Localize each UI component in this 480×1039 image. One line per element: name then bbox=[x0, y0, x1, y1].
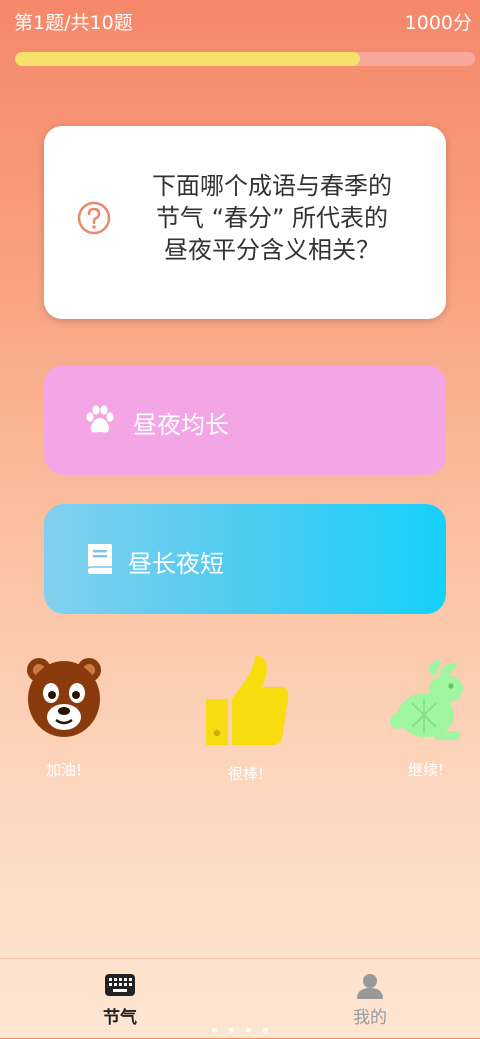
tab-mine[interactable]: 我的 bbox=[310, 973, 430, 1028]
question-text: 下面哪个成语与春季的 节气 “春分” 所代表的 昼夜平分含义相关？ bbox=[152, 172, 392, 264]
mascot-bear: 加油! bbox=[14, 655, 114, 780]
option-label-2: 昼长夜短 bbox=[128, 550, 224, 578]
tab-label-mine: 我的 bbox=[353, 1008, 387, 1028]
user-icon bbox=[357, 974, 383, 999]
question-circle-icon bbox=[77, 201, 111, 235]
bear-icon bbox=[27, 658, 101, 737]
option-label-1: 昼夜均长 bbox=[133, 411, 229, 439]
question-progress-text: 第1题/共10题 bbox=[14, 12, 133, 34]
score-text: 1000分 bbox=[404, 12, 472, 34]
rabbit-icon bbox=[390, 660, 463, 740]
page-dot bbox=[229, 1028, 234, 1033]
progress-bar bbox=[15, 52, 475, 66]
mascot-label-1: 加油! bbox=[45, 761, 82, 779]
progress-bar-fill bbox=[15, 52, 360, 66]
mascot-rabbit: 继续! bbox=[376, 655, 476, 780]
tab-label-jieqi: 节气 bbox=[103, 1008, 137, 1028]
mascot-label-2: 很棒! bbox=[227, 765, 264, 783]
question-card: 下面哪个成语与春季的 节气 “春分” 所代表的 昼夜平分含义相关？ bbox=[44, 126, 446, 319]
option-button-1[interactable]: 昼夜均长 bbox=[44, 365, 446, 475]
mascot-label-3: 继续! bbox=[407, 761, 444, 779]
thumbs-up-icon bbox=[206, 655, 289, 745]
tab-jieqi[interactable]: 节气 bbox=[60, 973, 180, 1028]
bottom-tab-bar: 节气 我的 bbox=[0, 958, 480, 1039]
top-bar: 第1题/共10题 1000分 bbox=[0, 0, 480, 44]
mascot-thumbs-up: 很棒! bbox=[196, 655, 296, 784]
page-dot bbox=[246, 1028, 251, 1033]
page-indicator bbox=[212, 1028, 272, 1034]
paw-icon bbox=[86, 405, 114, 433]
page-dot bbox=[212, 1028, 217, 1033]
option-button-2[interactable]: 昼长夜短 bbox=[44, 504, 446, 614]
page-dot bbox=[263, 1028, 268, 1033]
keyboard-icon bbox=[105, 974, 135, 996]
book-icon bbox=[87, 544, 112, 574]
